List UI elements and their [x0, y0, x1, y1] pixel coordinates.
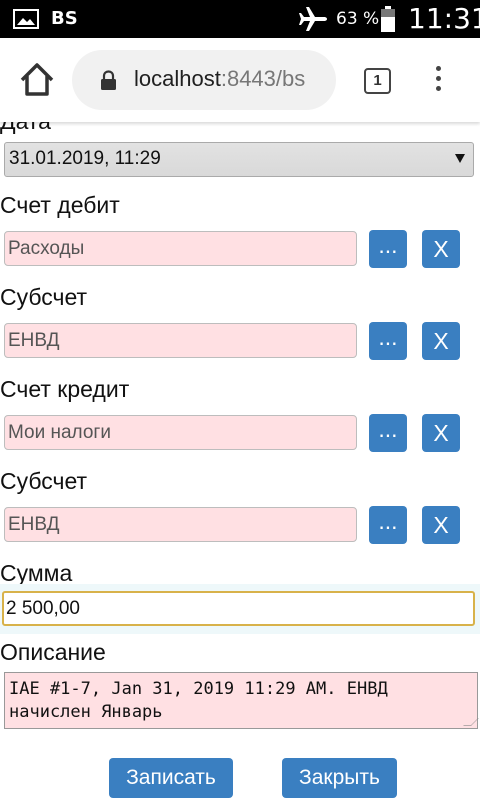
description-line-2: начислен Январь [9, 702, 163, 722]
description-label: Описание [0, 639, 106, 665]
battery-icon [381, 6, 395, 32]
credit-subaccount-field[interactable]: ЕНВД [4, 507, 357, 542]
url-path: :8443/bs [220, 66, 306, 91]
credit-account-label: Счет кредит [0, 376, 130, 402]
credit-subaccount-label: Субсчет [0, 468, 88, 494]
description-textarea[interactable]: IAE #1-7, Jan 31, 2019 11:29 AM. ЕНВД на… [4, 672, 479, 729]
date-value: 31.01.2019, 11:29 [9, 148, 161, 169]
date-label: Дата [0, 122, 51, 135]
carrier-name: BS [51, 8, 78, 29]
tab-count: 1 [373, 72, 382, 89]
status-bar: BS 63 % 11:31 [0, 0, 480, 38]
debit-account-label: Счет дебит [0, 192, 120, 218]
dropdown-arrow-icon [455, 154, 465, 163]
debit-subaccount-clear-button[interactable]: X [422, 322, 460, 360]
debit-subaccount-label: Субсчет [0, 284, 88, 310]
url-text: localhost:8443/bs [134, 66, 305, 92]
page-content: Дата 31.01.2019, 11:29 Счет дебит Расход… [0, 122, 480, 800]
close-button[interactable]: Закрыть [282, 758, 397, 798]
amount-input[interactable]: 2 500,00 [2, 591, 475, 626]
address-bar[interactable]: localhost:8443/bs [72, 50, 336, 110]
menu-icon[interactable] [430, 66, 446, 96]
debit-account-field[interactable]: Расходы [4, 231, 357, 266]
credit-subaccount-pick-button[interactable]: ... [369, 506, 407, 544]
gallery-icon [13, 9, 39, 29]
lock-icon [101, 70, 116, 90]
battery-percent: 63 % [336, 9, 380, 29]
save-button[interactable]: Записать [109, 758, 233, 798]
debit-account-clear-button[interactable]: X [422, 230, 460, 268]
airplane-mode-icon [299, 7, 327, 31]
amount-label: Сумма [0, 560, 73, 586]
credit-account-pick-button[interactable]: ... [369, 414, 407, 452]
description-line-1: IAE #1-7, Jan 31, 2019 11:29 AM. ЕНВД [9, 679, 388, 699]
credit-account-field[interactable]: Мои налоги [4, 415, 357, 450]
debit-subaccount-pick-button[interactable]: ... [369, 322, 407, 360]
url-host: localhost [134, 66, 221, 91]
tab-switcher-button[interactable]: 1 [364, 68, 391, 94]
debit-account-pick-button[interactable]: ... [369, 230, 407, 268]
home-icon[interactable] [18, 60, 56, 100]
date-select[interactable]: 31.01.2019, 11:29 [4, 142, 474, 177]
browser-toolbar: localhost:8443/bs 1 [0, 38, 480, 122]
credit-subaccount-clear-button[interactable]: X [422, 506, 460, 544]
clock: 11:31 [408, 2, 480, 35]
debit-subaccount-field[interactable]: ЕНВД [4, 323, 357, 358]
credit-account-clear-button[interactable]: X [422, 414, 460, 452]
